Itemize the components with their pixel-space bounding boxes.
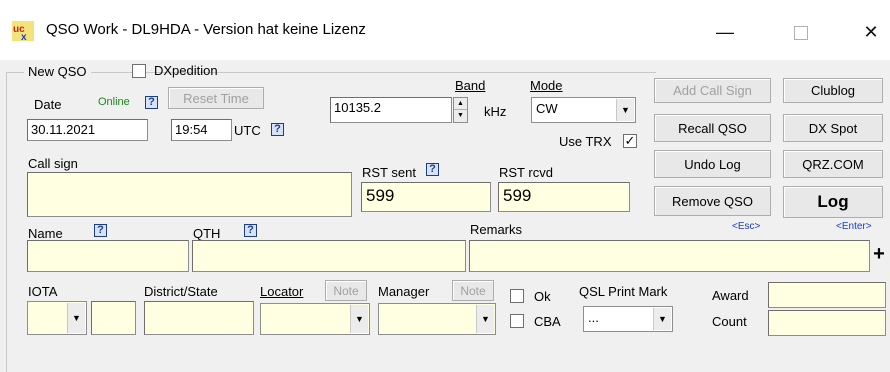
band-spinner[interactable]: ▲ ▼ — [453, 97, 468, 123]
ok-label: Ok — [534, 289, 551, 304]
ok-checkbox[interactable] — [510, 289, 524, 303]
mode-select[interactable]: CW ▼ — [531, 97, 636, 123]
log-button[interactable]: Log — [783, 186, 883, 218]
chevron-down-icon: ▼ — [616, 99, 634, 121]
use-trx-label: Use TRX — [559, 134, 612, 149]
remarks-add-button[interactable]: + — [870, 242, 888, 270]
qsl-print-mark-label: QSL Print Mark — [579, 284, 668, 299]
utc-label: UTC — [234, 123, 261, 138]
use-trx-checkbox[interactable]: ✓ — [623, 134, 637, 148]
rst-sent-label: RST sent — [362, 165, 416, 180]
window-title: QSO Work - DL9HDA - Version hat keine Li… — [46, 21, 366, 38]
locator-label: Locator — [260, 284, 304, 299]
date-field[interactable]: 30.11.2021 — [27, 119, 148, 141]
award-label: Award — [712, 288, 749, 303]
manager-note-button: Note — [452, 280, 494, 301]
qth-label: QTH — [193, 226, 221, 241]
mode-label: Mode — [530, 78, 563, 93]
locator-note-button: Note — [325, 280, 367, 301]
locator-select[interactable]: ▼ — [260, 303, 370, 335]
district-state-field[interactable] — [144, 301, 254, 335]
qth-field[interactable] — [192, 240, 466, 272]
reset-time-button: Reset Time — [168, 87, 264, 109]
band-label: Band — [455, 78, 486, 93]
mode-value: CW — [536, 101, 558, 116]
chevron-down-icon: ▼ — [350, 305, 368, 333]
svg-text:x: x — [21, 32, 27, 41]
enter-hint: <Enter> — [836, 221, 872, 232]
call-sign-label: Call sign — [28, 156, 78, 171]
close-button[interactable]: ✕ — [848, 14, 890, 50]
remove-qso-button[interactable]: Remove QSO — [654, 186, 771, 216]
chevron-down-icon: ▼ — [476, 305, 494, 333]
iota-number-field[interactable] — [91, 301, 136, 335]
time-help-icon[interactable]: ? — [271, 123, 284, 136]
iota-select[interactable]: ▼ — [27, 301, 87, 335]
qsl-print-mark-value: ... — [588, 310, 599, 325]
rst-sent-help-icon[interactable]: ? — [426, 163, 439, 176]
dxpedition-checkbox[interactable] — [132, 64, 146, 78]
maximize-button[interactable] — [778, 14, 824, 50]
qrz-button[interactable]: QRZ.COM — [783, 150, 883, 178]
spin-up-icon[interactable]: ▲ — [454, 98, 467, 110]
clublog-button[interactable]: Clublog — [783, 78, 883, 103]
maximize-icon — [794, 26, 808, 41]
iota-label: IOTA — [28, 284, 58, 299]
ucx-logo-icon: uc x — [12, 21, 34, 43]
qth-help-icon[interactable]: ? — [244, 224, 257, 237]
qsl-print-mark-select[interactable]: ... ▼ — [583, 306, 673, 332]
district-state-label: District/State — [144, 284, 218, 299]
count-field[interactable] — [768, 310, 886, 336]
esc-hint: <Esc> — [732, 221, 761, 232]
date-help-icon[interactable]: ? — [145, 96, 158, 109]
khz-label: kHz — [484, 104, 507, 119]
minimize-button[interactable]: — — [702, 14, 748, 50]
remarks-field[interactable] — [469, 240, 870, 272]
count-label: Count — [712, 314, 747, 329]
undo-log-button[interactable]: Undo Log — [654, 150, 771, 178]
manager-select[interactable]: ▼ — [378, 303, 496, 335]
award-field[interactable] — [768, 282, 886, 308]
call-sign-field[interactable] — [27, 172, 352, 217]
time-field[interactable]: 19:54 — [171, 119, 232, 141]
manager-label: Manager — [378, 284, 430, 299]
date-label: Date — [34, 97, 62, 112]
dx-spot-button[interactable]: DX Spot — [783, 114, 883, 142]
cba-label: CBA — [534, 314, 561, 329]
rst-rcvd-label: RST rcvd — [499, 165, 553, 180]
remarks-label: Remarks — [470, 222, 523, 237]
name-help-icon[interactable]: ? — [94, 224, 107, 237]
rst-rcvd-field[interactable]: 599 — [498, 182, 630, 212]
dxpedition-label: DXpedition — [154, 63, 218, 78]
close-icon: ✕ — [863, 22, 879, 42]
rst-sent-field[interactable]: 599 — [361, 182, 491, 212]
name-field[interactable] — [27, 240, 189, 272]
cba-checkbox[interactable] — [510, 314, 524, 328]
chevron-down-icon: ▼ — [67, 303, 85, 333]
chevron-down-icon: ▼ — [653, 308, 671, 330]
minimize-icon: — — [716, 22, 734, 42]
new-qso-group-label: New QSO — [24, 64, 91, 79]
recall-qso-button[interactable]: Recall QSO — [654, 114, 771, 142]
band-field[interactable]: 10135.2 — [330, 97, 452, 123]
online-status: Online — [98, 96, 130, 108]
spin-down-icon[interactable]: ▼ — [454, 110, 467, 122]
plus-icon: + — [873, 243, 885, 265]
add-call-sign-button: Add Call Sign — [654, 78, 771, 103]
name-label: Name — [28, 226, 63, 241]
